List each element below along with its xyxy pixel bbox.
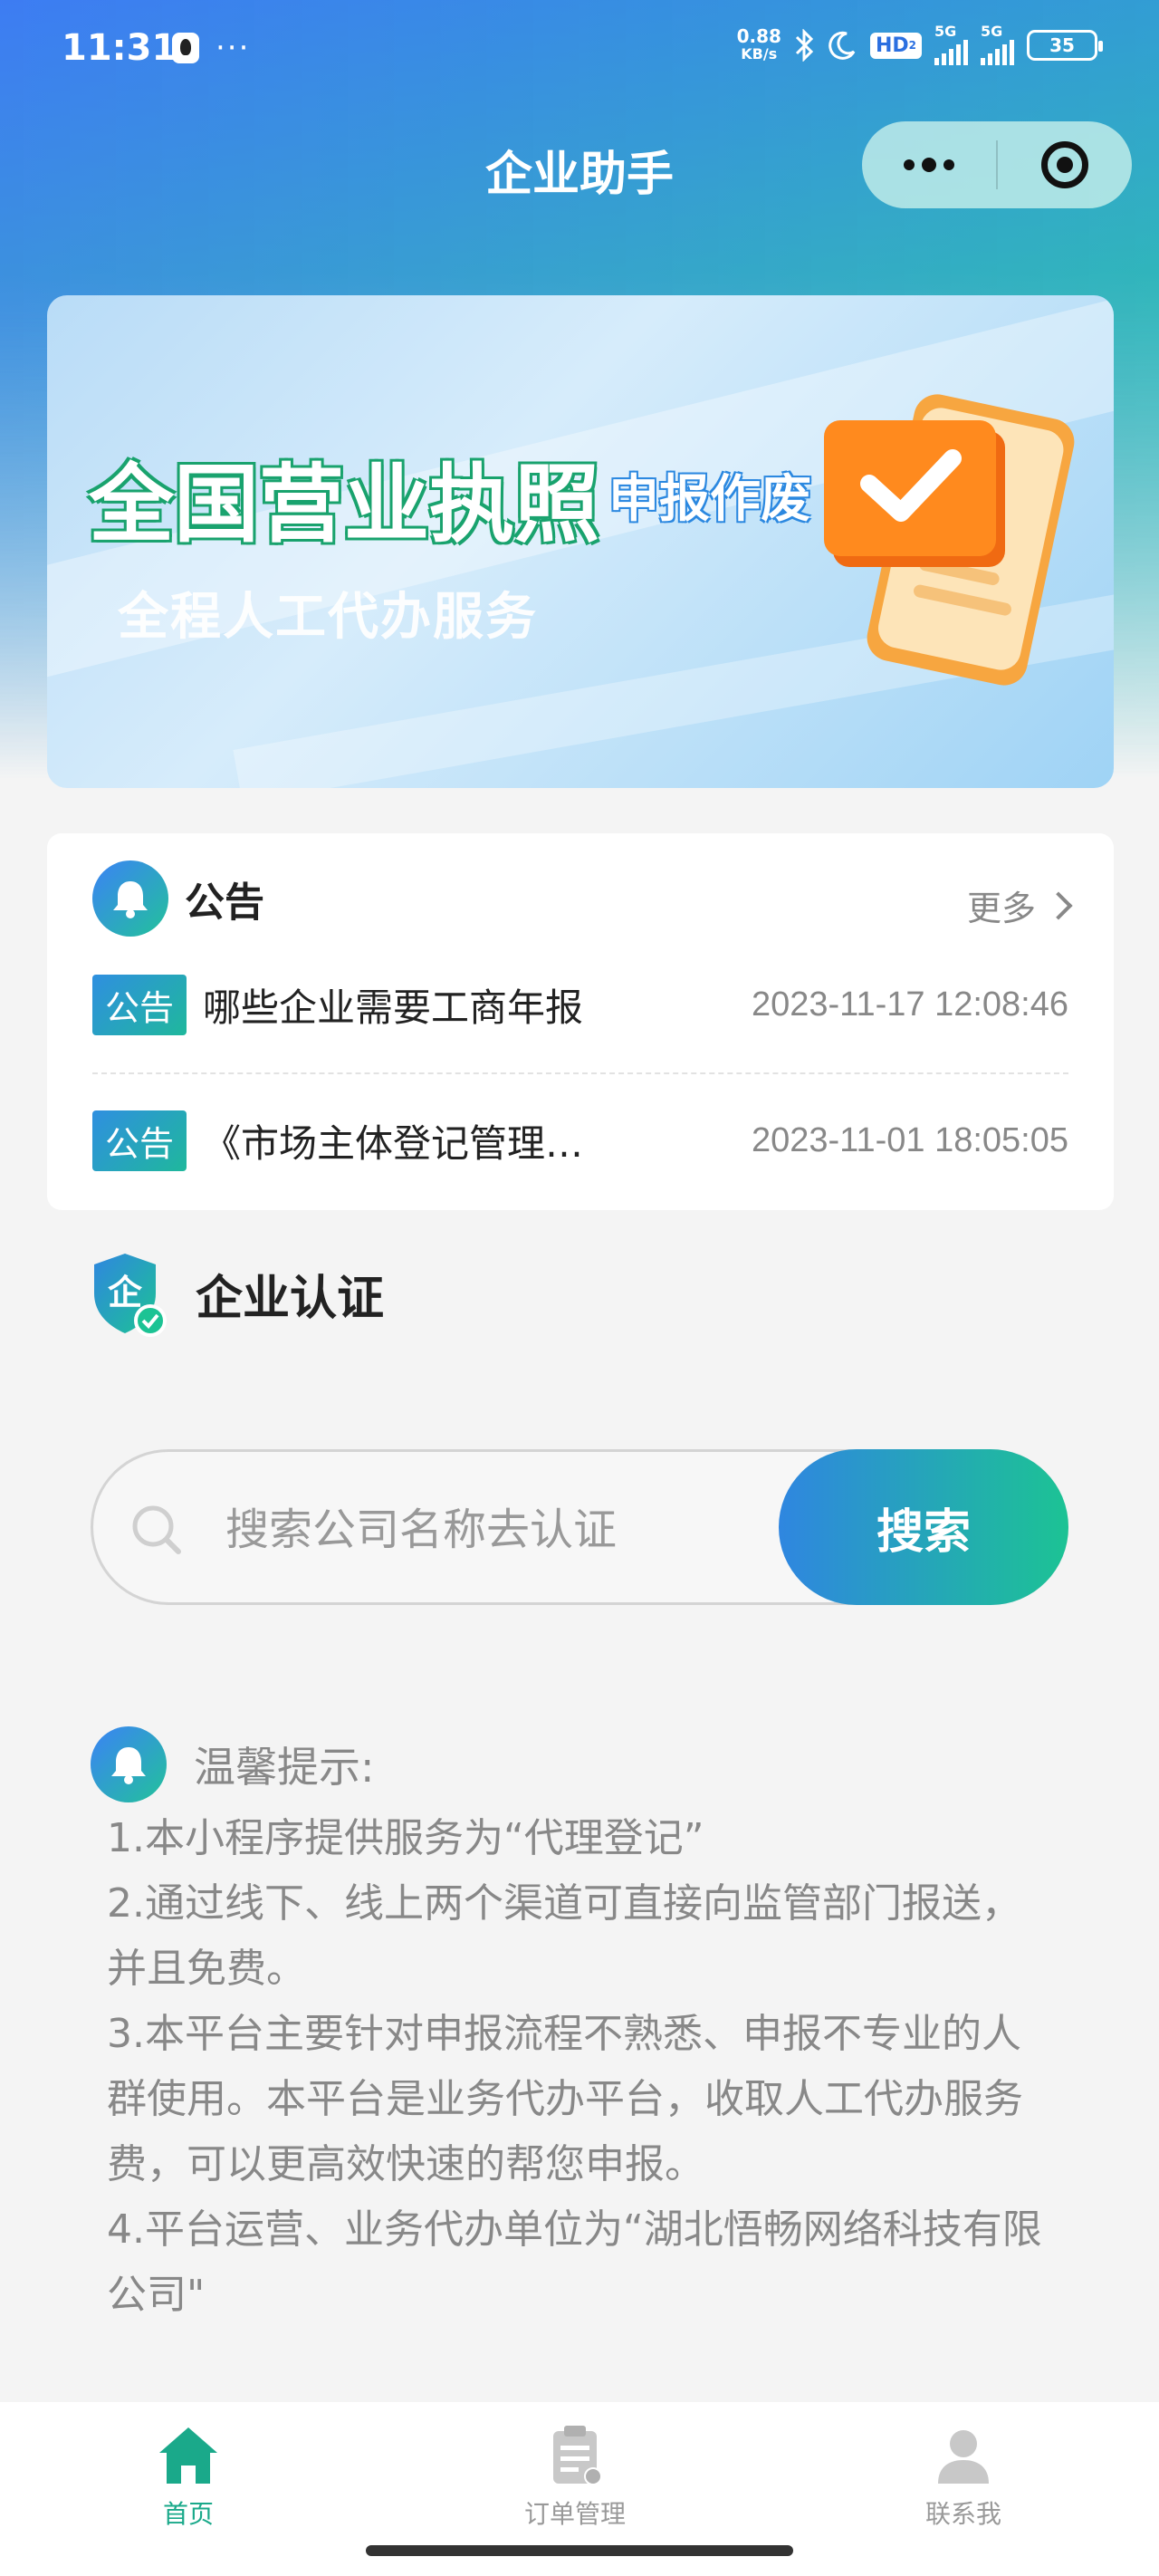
- tip-line: 2.通过线下、线上两个渠道可直接向监管部门报送，并且免费。: [107, 1880, 1021, 1992]
- notice-card: 公告 更多 公告 哪些企业需要工商年报 2023-11-17 12:08:46 …: [47, 833, 1114, 1210]
- notice-item-title: 哪些企业需要工商年报: [203, 985, 584, 1030]
- notice-item-tag: 公告: [92, 1110, 187, 1171]
- enterprise-shield-char: 企: [108, 1273, 143, 1312]
- close-mini-program-button[interactable]: [998, 121, 1132, 208]
- signal-5g-icon-2: 5G: [981, 23, 1014, 65]
- tip-line: 4.平台运营、业务代办单位为“湖北悟畅网络科技有限公司": [107, 2206, 1042, 2318]
- cert-section-header: 企 企业认证: [91, 1250, 384, 1337]
- tips-body: 1.本小程序提供服务为“代理登记” 2.通过线下、线上两个渠道可直接向监管部门报…: [91, 1806, 1050, 2328]
- network-speed-value: 0.88: [736, 25, 781, 47]
- notice-item[interactable]: 公告 《市场主体登记管理… 2023-11-01 18:05:05: [92, 1109, 1068, 1172]
- qq-icon: [172, 33, 199, 63]
- mini-program-capsule: [862, 121, 1132, 208]
- hd-label: HD: [875, 34, 909, 57]
- target-icon: [1041, 141, 1088, 188]
- tab-contact[interactable]: 联系我: [846, 2424, 1081, 2531]
- home-indicator[interactable]: [366, 2545, 793, 2556]
- notice-item-date: 2023-11-01 18:05:05: [751, 1120, 1068, 1159]
- banner-subtitle: 全程人工代办服务: [118, 588, 538, 647]
- home-icon: [159, 2427, 217, 2484]
- document-check-icon: [824, 394, 1075, 686]
- company-search-input[interactable]: [225, 1452, 714, 1608]
- tab-home-label: 首页: [162, 2499, 214, 2529]
- tip-line: 3.本平台主要针对申报流程不熟悉、申报不专业的人群使用。本平台是业务代办平台，收…: [107, 2011, 1023, 2187]
- tab-home[interactable]: 首页: [71, 2424, 306, 2531]
- more-menu-button[interactable]: [862, 121, 996, 208]
- more-dot-icon: [904, 159, 915, 170]
- promo-banner[interactable]: 全国营业执照 申报作废 全程人工代办服务: [47, 295, 1114, 788]
- more-dot-icon: [943, 159, 954, 170]
- notice-title: 公告: [185, 879, 264, 926]
- notice-item-title: 《市场主体登记管理…: [203, 1120, 584, 1166]
- search-icon: [132, 1505, 181, 1554]
- hd-icon: HD 2: [869, 32, 922, 59]
- tab-orders[interactable]: 订单管理: [457, 2424, 693, 2531]
- notice-more-link[interactable]: 更多: [966, 880, 1073, 930]
- cert-title: 企业认证: [196, 1271, 385, 1326]
- status-time: 11:31: [62, 27, 177, 69]
- enterprise-shield-icon: 企: [94, 1254, 167, 1337]
- clipboard-icon: [553, 2426, 602, 2485]
- chevron-right-icon: [1044, 890, 1073, 920]
- tips-title: 温馨提示:: [194, 1743, 375, 1792]
- network-speed-unit: KB/s: [741, 45, 778, 62]
- bluetooth-icon: [795, 29, 814, 62]
- more-dot-icon: [922, 158, 936, 172]
- notice-item-date: 2023-11-17 12:08:46: [751, 985, 1068, 1024]
- company-search-box: 搜索: [91, 1449, 1068, 1608]
- battery-icon: 35: [1027, 30, 1103, 61]
- bell-icon: [91, 1726, 167, 1802]
- banner-tag: 申报作废: [608, 470, 811, 529]
- tips-section: 温馨提示: 1.本小程序提供服务为“代理登记” 2.通过线下、线上两个渠道可直接…: [91, 1726, 1068, 2328]
- person-icon: [938, 2430, 989, 2484]
- tab-contact-label: 联系我: [924, 2499, 1001, 2529]
- signal-5g-icon-1: 5G: [934, 23, 968, 65]
- hd-sub: 2: [908, 39, 916, 52]
- signal-5g-label-1: 5G: [934, 23, 957, 40]
- more-notifications-icon: ···: [216, 30, 251, 66]
- bell-icon: [92, 860, 168, 937]
- battery-level: 35: [1049, 34, 1075, 56]
- search-button[interactable]: 搜索: [779, 1449, 1068, 1605]
- banner-title: 全国营业执照: [89, 456, 600, 554]
- signal-5g-label-2: 5G: [981, 23, 1003, 40]
- status-bar: 11:31 ··· 0.88 KB/s HD 2 5G 5G 35: [0, 0, 1159, 100]
- network-speed: 0.88 KB/s: [737, 27, 781, 63]
- notice-item[interactable]: 公告 哪些企业需要工商年报 2023-11-17 12:08:46: [92, 973, 1068, 1036]
- tip-line: 1.本小程序提供服务为“代理登记”: [107, 1815, 704, 1861]
- more-label: 更多: [966, 889, 1036, 928]
- notice-divider: [92, 1072, 1068, 1074]
- notice-item-tag: 公告: [92, 974, 187, 1035]
- tab-orders-label: 订单管理: [523, 2499, 626, 2529]
- moon-icon: [829, 31, 856, 60]
